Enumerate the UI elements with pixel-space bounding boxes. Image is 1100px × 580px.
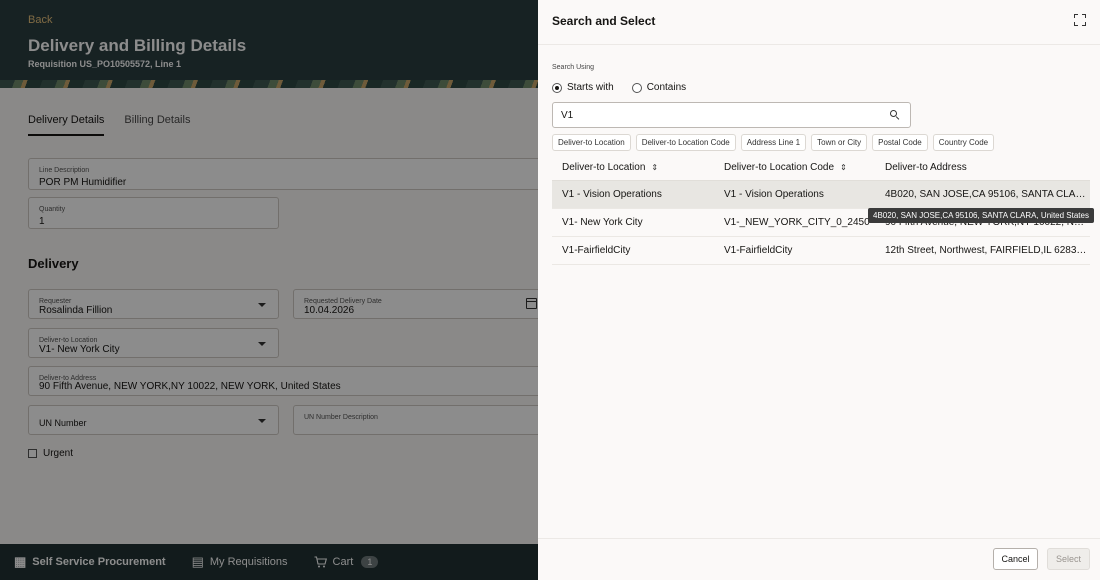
radio-starts-with-dot[interactable]	[552, 82, 562, 93]
cell-location: V1- New York City	[562, 217, 643, 228]
divider	[538, 44, 1100, 45]
sort-icon[interactable]: ⇕	[651, 163, 658, 172]
cell-location: V1 - Vision Operations	[562, 189, 662, 200]
chip-deliver-to-location-code[interactable]: Deliver-to Location Code	[635, 134, 736, 151]
sort-icon[interactable]: ⇕	[840, 163, 847, 172]
search-using-label: Search Using	[552, 64, 595, 71]
column-header-location-code-label: Deliver-to Location Code	[724, 161, 835, 173]
table-row[interactable]: V1 - Vision Operations V1 - Vision Opera…	[552, 181, 1090, 209]
expand-icon[interactable]	[1074, 14, 1086, 26]
search-box	[552, 102, 911, 128]
radio-starts-with-label: Starts with	[567, 82, 614, 93]
cell-location: V1-FairfieldCity	[562, 245, 631, 256]
search-field-chips: Deliver-to Location Deliver-to Location …	[552, 134, 995, 151]
chip-postal-code[interactable]: Postal Code	[872, 134, 928, 151]
chip-deliver-to-location[interactable]: Deliver-to Location	[552, 134, 631, 151]
column-header-location[interactable]: Deliver-to Location ⇕	[552, 162, 714, 173]
column-header-address-label: Deliver-to Address	[885, 161, 967, 173]
radio-starts-with[interactable]: Starts with	[552, 82, 614, 93]
modal-overlay[interactable]	[0, 0, 538, 580]
radio-contains-label: Contains	[646, 82, 687, 93]
select-button[interactable]: Select	[1047, 548, 1090, 570]
search-input[interactable]	[561, 108, 861, 123]
table-row[interactable]: V1-FairfieldCity V1-FairfieldCity 12th S…	[552, 237, 1090, 265]
cell-address: 12th Street, Northwest, FAIRFIELD,IL 628…	[885, 245, 1090, 256]
column-header-address: Deliver-to Address	[875, 162, 1090, 173]
radio-contains[interactable]: Contains	[631, 82, 687, 93]
cell-location-code: V1-FairfieldCity	[724, 245, 793, 256]
column-header-location-code[interactable]: Deliver-to Location Code ⇕	[714, 162, 875, 173]
radio-contains-dot[interactable]	[631, 82, 642, 93]
chip-country-code[interactable]: Country Code	[932, 134, 995, 151]
search-mode-radio-group: Starts with Contains	[552, 82, 686, 93]
cell-location-code: V1 - Vision Operations	[724, 189, 824, 200]
divider	[538, 538, 1100, 539]
chip-address-line-1[interactable]: Address Line 1	[740, 134, 807, 151]
table-header: Deliver-to Location ⇕ Deliver-to Locatio…	[552, 154, 1090, 181]
cell-address: 4B020, SAN JOSE,CA 95106, SANTA CLARA, U…	[885, 189, 1090, 200]
search-select-drawer: Search and Select Search Using Starts wi…	[538, 0, 1100, 580]
cancel-button[interactable]: Cancel	[993, 548, 1038, 570]
cell-location-code: V1-_NEW_YORK_CITY_0_2450	[724, 217, 870, 228]
column-header-location-label: Deliver-to Location	[562, 161, 646, 173]
search-icon[interactable]	[890, 110, 900, 120]
drawer-title: Search and Select	[552, 14, 656, 28]
address-tooltip: 4B020, SAN JOSE,CA 95106, SANTA CLARA, U…	[868, 208, 1094, 223]
chip-town-or-city[interactable]: Town or City	[811, 134, 868, 151]
